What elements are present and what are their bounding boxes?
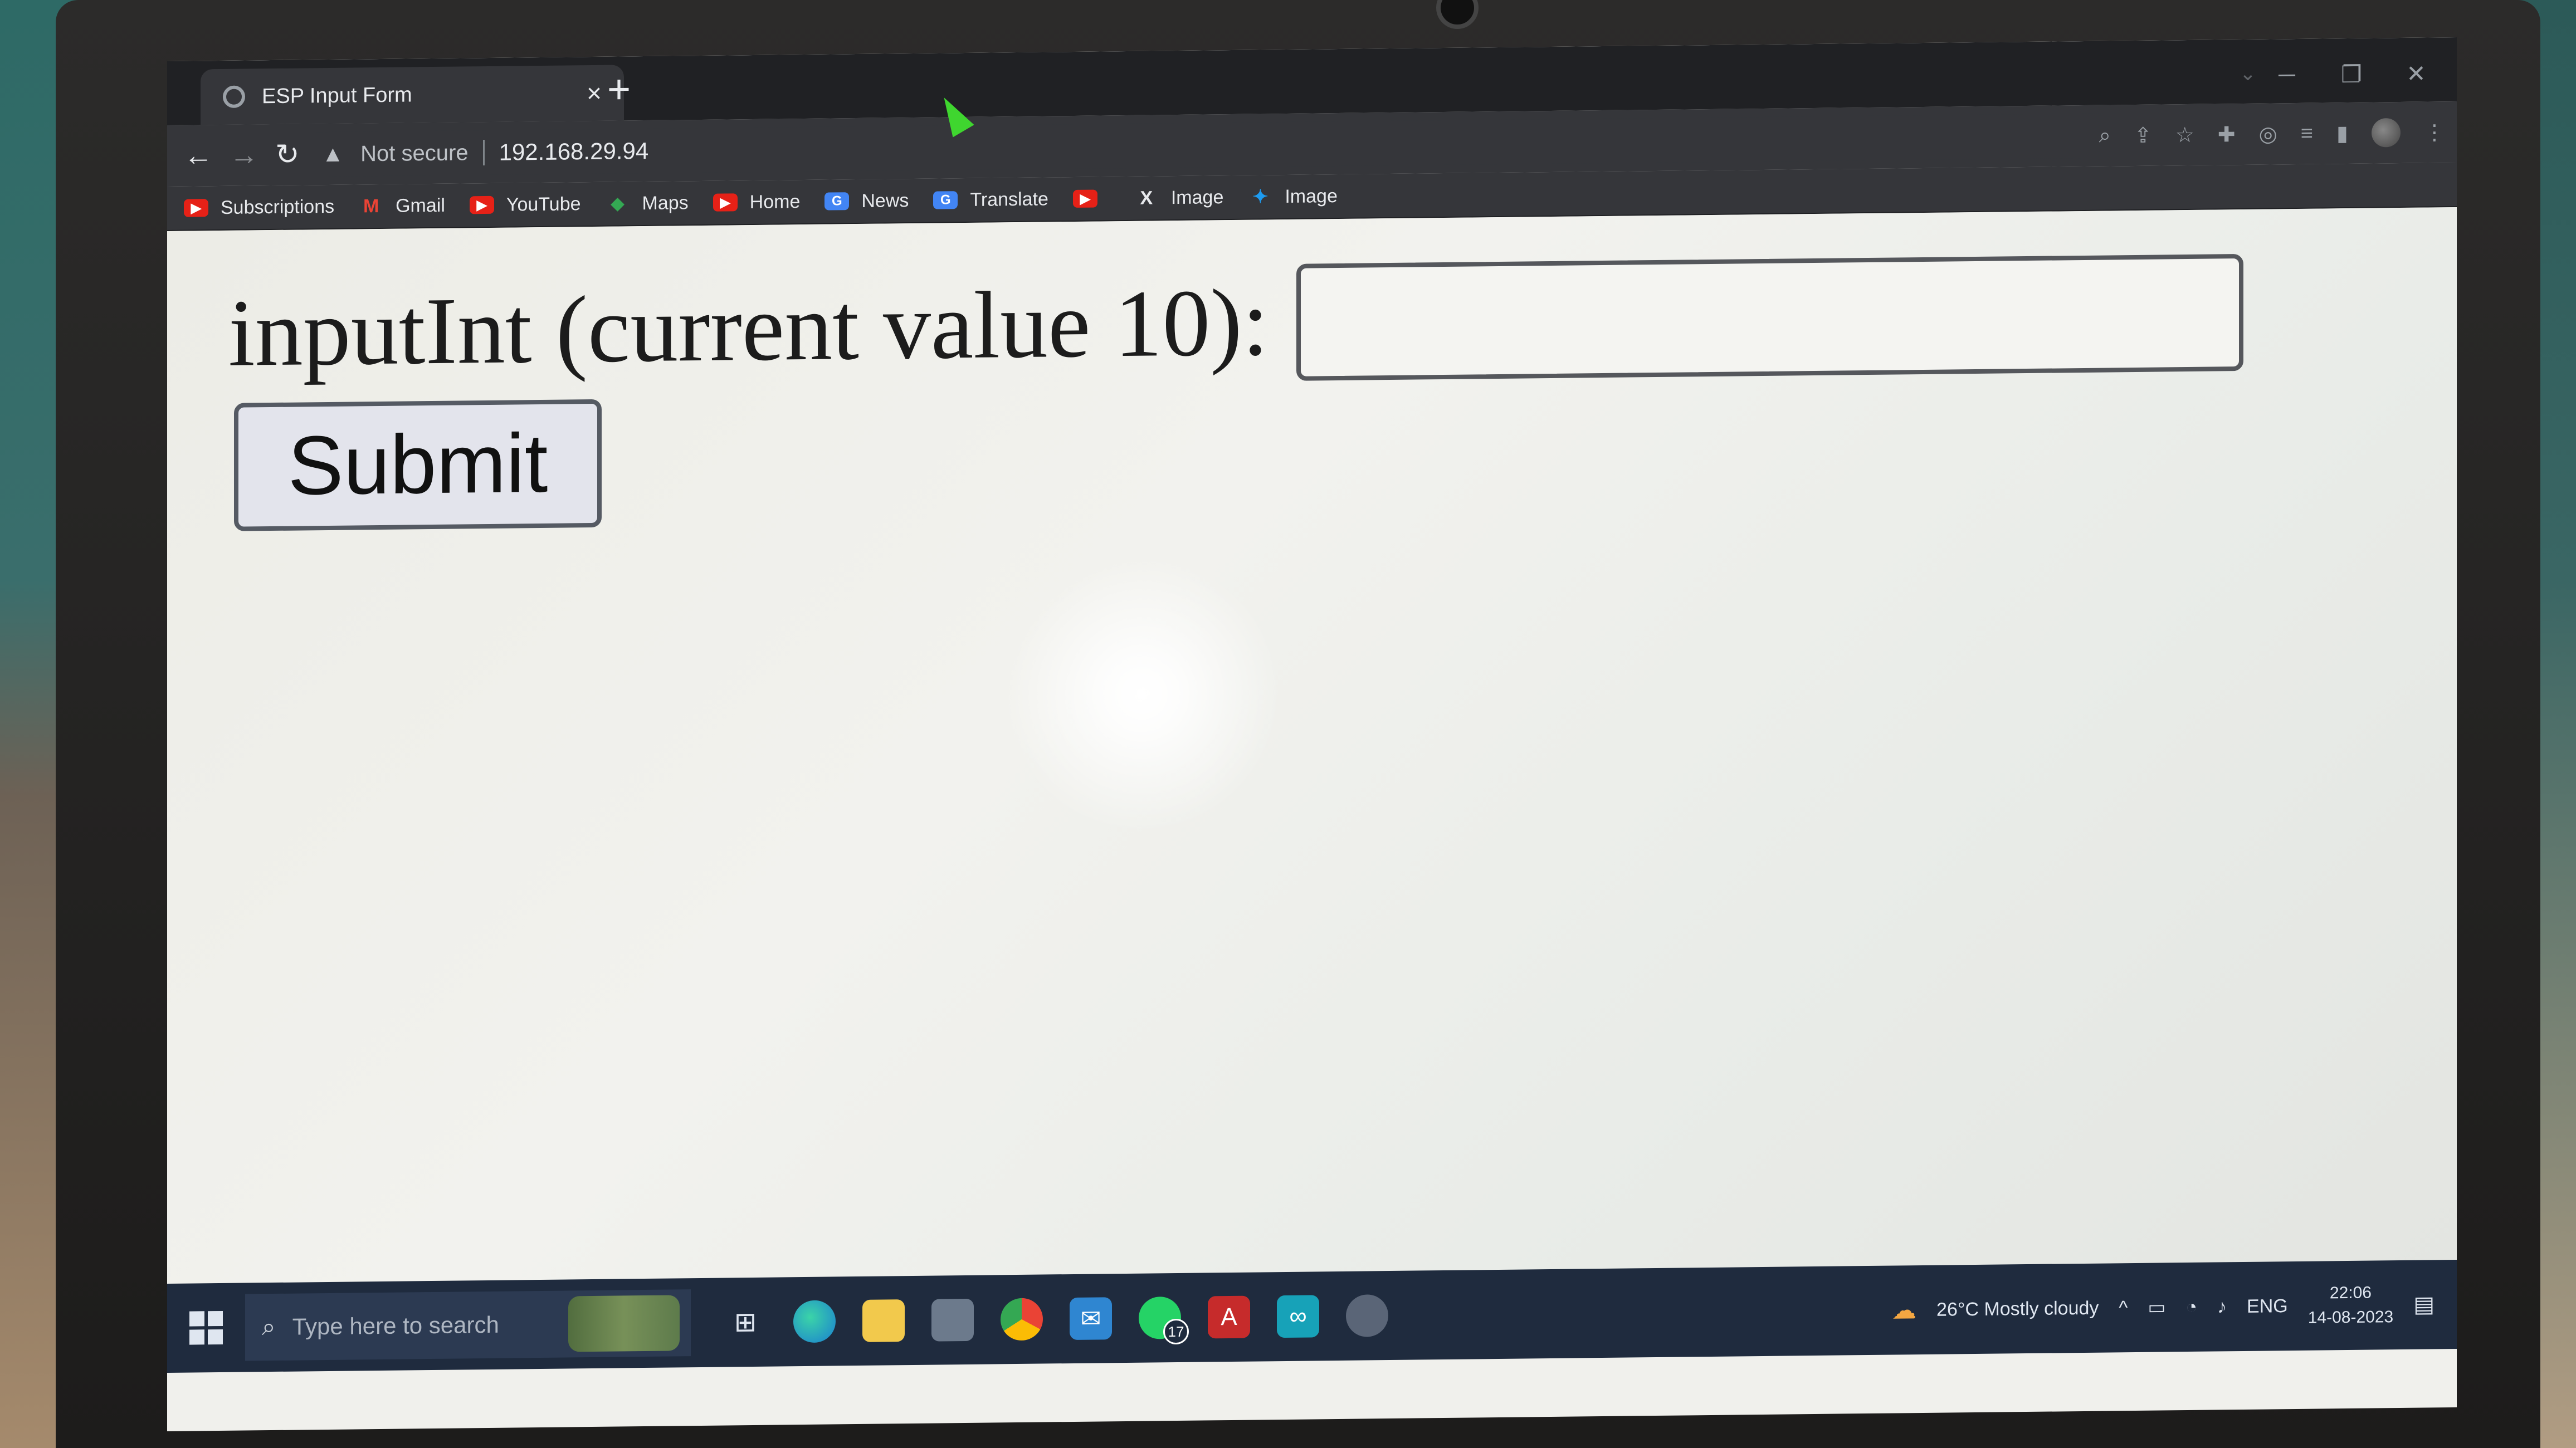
youtube-icon: ▶ [184, 199, 208, 217]
store-icon[interactable] [931, 1298, 974, 1342]
notification-icon[interactable]: ▤ [2413, 1292, 2434, 1317]
battery-icon[interactable]: ▭ [2148, 1296, 2165, 1318]
clock[interactable]: 22:06 14-08-2023 [2308, 1280, 2393, 1330]
extension-icon[interactable]: ◎ [2259, 121, 2277, 146]
bookmark-gmail[interactable]: M Gmail [359, 194, 445, 217]
toolbar-icons: ⌕ ⇪ ☆ ✚ ◎ ≡ ▮ ⋮ [2099, 118, 2445, 150]
acrobat-icon[interactable]: A [1208, 1295, 1250, 1339]
bookmark-youtube-untitled[interactable]: ▶ [1072, 189, 1110, 208]
restore-icon[interactable]: ❐ [2339, 61, 2364, 88]
light-glare [1003, 554, 1281, 835]
youtube-icon: ▶ [469, 195, 494, 214]
chevron-up-icon[interactable]: ^ [2119, 1297, 2128, 1319]
bookmark-star-icon[interactable]: ☆ [2175, 122, 2194, 147]
forward-icon[interactable]: → [230, 138, 258, 172]
weather-icon[interactable]: ☁ [1892, 1296, 1916, 1324]
minimize-icon[interactable]: ─ [2274, 61, 2300, 89]
bookmark-label: Subscriptions [221, 195, 335, 218]
search-icon: ⌕ [262, 1313, 276, 1341]
maps-icon: ⬥ [611, 192, 625, 214]
bookmark-label: Home [749, 190, 801, 213]
input-int-field[interactable] [1296, 253, 2244, 381]
arduino-icon[interactable]: ∞ [1277, 1295, 1319, 1338]
new-tab-button[interactable]: + [607, 66, 631, 112]
address-separator [482, 140, 485, 166]
task-view-icon[interactable]: ⊞ [724, 1301, 767, 1344]
pinned-apps: ⊞ ✉ 17 A ∞ [724, 1294, 1388, 1345]
tab-search-icon[interactable]: ⌄ [2240, 62, 2256, 85]
file-explorer-icon[interactable] [862, 1299, 905, 1342]
search-placeholder: Type here to search [292, 1311, 499, 1340]
page-content: inputInt (current value 10): Submit [167, 207, 2457, 1289]
zoom-icon[interactable]: ⌕ [2099, 124, 2111, 148]
weather-text[interactable]: 26°C Mostly cloudy [1936, 1297, 2099, 1320]
bookmark-news[interactable]: G News [824, 190, 909, 213]
twitter-icon: ✦ [1252, 186, 1269, 208]
system-tray: ☁ 26°C Mostly cloudy ^ ▭ ◔ ♪ ENG 22:06 1… [1892, 1280, 2434, 1334]
bookmark-translate[interactable]: G Translate [933, 188, 1048, 211]
whatsapp-badge: 17 [1163, 1318, 1189, 1345]
whatsapp-icon[interactable]: 17 [1139, 1296, 1189, 1345]
search-highlight-image [568, 1295, 680, 1352]
tab-title: ESP Input Form [262, 82, 412, 108]
webcam [1436, 0, 1479, 29]
clock-date: 14-08-2023 [2307, 1308, 2394, 1327]
youtube-icon: ▶ [713, 193, 738, 212]
window-controls: ─ ❐ ✕ [2274, 60, 2429, 89]
input-label: inputInt (current value 10): [228, 269, 1269, 387]
edge-icon[interactable] [793, 1300, 836, 1343]
bookmark-label: YouTube [506, 193, 581, 216]
bookmark-subscriptions[interactable]: ▶ Subscriptions [184, 195, 334, 219]
share-icon[interactable]: ⇪ [2134, 123, 2152, 148]
clock-time: 22:06 [2329, 1283, 2372, 1303]
bookmark-maps[interactable]: ⬥ Maps [606, 192, 689, 215]
reload-icon[interactable]: ↻ [275, 138, 300, 172]
security-label[interactable]: Not secure [360, 140, 468, 167]
menu-icon[interactable]: ⋮ [2424, 120, 2445, 145]
bookmark-label: Image [1170, 186, 1224, 208]
chrome-active-icon[interactable] [1346, 1294, 1388, 1337]
address-bar[interactable]: ▲ Not secure 192.168.29.94 [316, 113, 2099, 177]
bookmark-home[interactable]: ▶ Home [713, 190, 801, 214]
profile-avatar[interactable] [2371, 118, 2401, 148]
chrome-icon[interactable] [1001, 1298, 1043, 1341]
gmail-icon: M [363, 195, 379, 217]
bookmark-label: News [861, 189, 909, 212]
back-icon[interactable]: ← [184, 139, 213, 173]
close-window-icon[interactable]: ✕ [2403, 60, 2429, 87]
bookmark-twitter-image[interactable]: ✦ Image [1248, 185, 1338, 208]
translate-icon: G [933, 191, 958, 209]
reading-list-icon[interactable]: ≡ [2301, 121, 2313, 145]
volume-icon[interactable]: ♪ [2217, 1296, 2227, 1318]
bookmark-label: Image [1285, 185, 1338, 207]
language-indicator[interactable]: ENG [2247, 1295, 2288, 1318]
x-icon: X [1140, 187, 1153, 209]
bookmark-youtube[interactable]: ▶ YouTube [469, 193, 581, 216]
laptop-screen: ESP Input Form × + ⌄ ─ ❐ ✕ ← → ↻ ▲ Not s… [167, 37, 2457, 1432]
extensions-icon[interactable]: ✚ [2218, 122, 2236, 147]
browser-tab[interactable]: ESP Input Form × [201, 65, 624, 125]
close-tab-icon[interactable]: × [587, 78, 602, 108]
taskbar-search[interactable]: ⌕ Type here to search [245, 1289, 691, 1361]
side-panel-icon[interactable]: ▮ [2336, 121, 2348, 146]
bookmark-label: Maps [642, 192, 689, 214]
youtube-icon: ▶ [1072, 189, 1097, 208]
globe-icon [223, 85, 245, 108]
bookmark-label: Translate [970, 188, 1048, 211]
news-icon: G [824, 192, 850, 211]
windows-start-icon[interactable] [189, 1310, 223, 1345]
network-icon[interactable]: ◔ [2186, 1296, 2198, 1318]
bookmark-label: Gmail [396, 194, 445, 217]
submit-button[interactable]: Submit [234, 399, 602, 531]
warning-icon: ▲ [321, 141, 344, 167]
mail-icon[interactable]: ✉ [1070, 1297, 1112, 1341]
bookmark-x-image[interactable]: X Image [1134, 187, 1224, 209]
url-text[interactable]: 192.168.29.94 [499, 138, 649, 166]
input-form: inputInt (current value 10): [228, 253, 2244, 392]
